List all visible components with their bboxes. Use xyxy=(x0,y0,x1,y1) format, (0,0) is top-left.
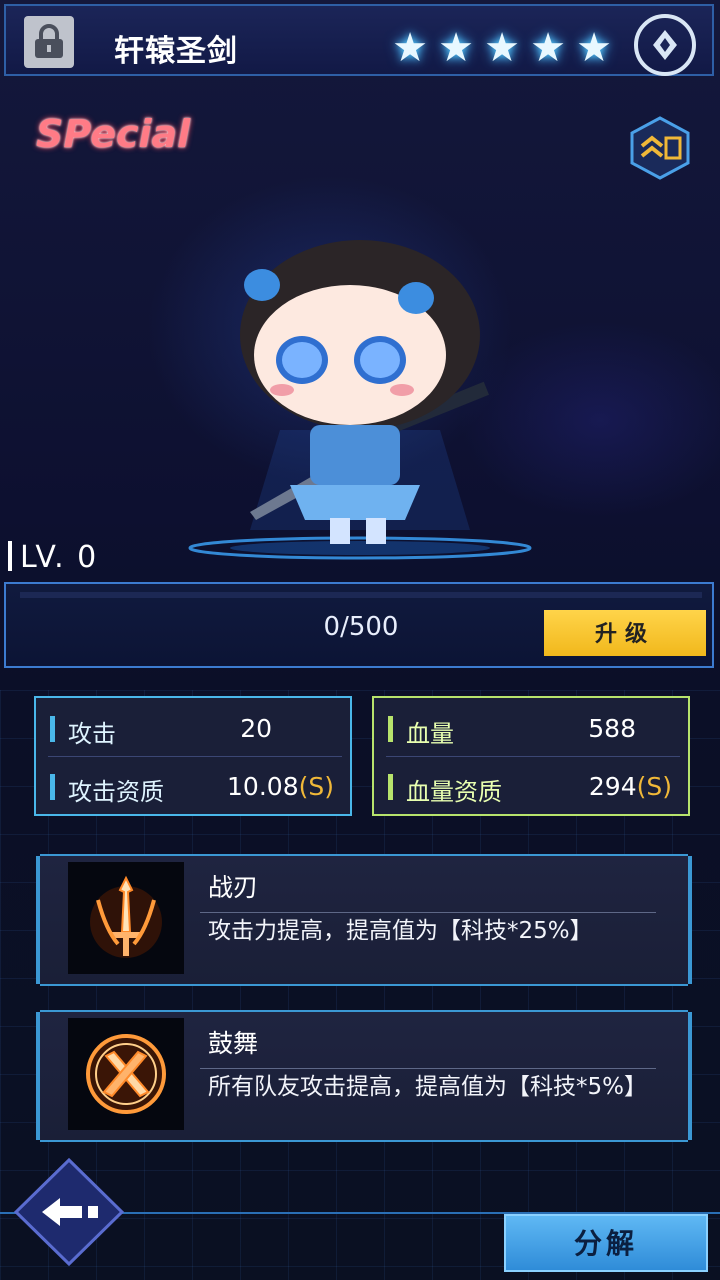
xp-progress-track xyxy=(20,592,702,598)
star-icon: ★ xyxy=(576,25,612,71)
divider xyxy=(48,756,342,757)
hp-label: 血量 xyxy=(406,720,454,748)
hp-value: 588 xyxy=(588,714,636,743)
xp-panel: 0/500 升级 xyxy=(4,582,714,668)
weapon-title: 轩辕圣剑 xyxy=(114,34,238,69)
hp-stats-panel: 血量 588 血量资质 294(S) xyxy=(372,696,690,816)
attack-quality-label: 攻击资质 xyxy=(68,778,164,806)
attack-marker xyxy=(50,716,55,742)
level-text: LV. 0 xyxy=(20,540,99,575)
skill-card[interactable]: 鼓舞 所有队友攻击提高，提高值为【科技*5%】 xyxy=(36,1010,692,1142)
attack-quality-grade: (S) xyxy=(298,772,334,801)
star-icon: ★ xyxy=(438,25,474,71)
hp-quality-value: 294(S) xyxy=(589,772,672,801)
header-bar: 轩辕圣剑 ★ ★ ★ ★ ★ xyxy=(4,4,714,76)
card-bottom-border xyxy=(40,1140,688,1142)
attack-label: 攻击 xyxy=(68,720,116,748)
star-rating: ★ ★ ★ ★ ★ xyxy=(388,26,616,70)
level-label: LV. 0 xyxy=(8,540,98,575)
skill-name: 鼓舞 xyxy=(208,1029,259,1058)
skill-description: 所有队友攻击提高，提高值为【科技*5%】 xyxy=(208,1074,647,1100)
skill-name: 战刃 xyxy=(208,873,259,902)
card-top-border xyxy=(40,854,688,856)
hp-quality-label: 血量资质 xyxy=(406,778,502,806)
rarity-badge: SPecial xyxy=(36,112,191,156)
skill-divider xyxy=(200,1068,656,1069)
back-arrow-icon[interactable] xyxy=(12,1156,126,1268)
hp-quality-number: 294 xyxy=(588,772,637,801)
divider xyxy=(386,756,680,757)
attack-value: 20 xyxy=(240,714,272,743)
attack-row: 攻击 20 xyxy=(48,704,342,752)
attack-quality-value: 10.08(S) xyxy=(227,772,334,801)
lock-icon[interactable] xyxy=(24,16,74,68)
card-top-border xyxy=(40,1010,688,1012)
attack-stats-panel: 攻击 20 攻击资质 10.08(S) xyxy=(34,696,352,816)
star-icon: ★ xyxy=(484,25,520,71)
hp-quality-marker xyxy=(388,774,393,800)
chevron-rank-icon[interactable] xyxy=(628,116,692,180)
hp-marker xyxy=(388,716,393,742)
upgrade-button[interactable]: 升级 xyxy=(544,610,706,656)
hp-quality-row: 血量资质 294(S) xyxy=(386,762,680,810)
star-icon: ★ xyxy=(392,25,428,71)
character-illustration xyxy=(180,230,540,560)
star-icon: ★ xyxy=(530,25,566,71)
skill-description: 攻击力提高，提高值为【科技*25%】 xyxy=(208,918,593,944)
attack-quality-marker xyxy=(50,774,55,800)
card-bottom-border xyxy=(40,984,688,986)
decompose-button[interactable]: 分解 xyxy=(504,1214,708,1272)
diamond-emblem-icon[interactable] xyxy=(634,14,696,76)
hp-quality-grade: (S) xyxy=(636,772,672,801)
skill-divider xyxy=(200,912,656,913)
crossed-swords-circle-icon xyxy=(68,1018,184,1130)
flaming-sword-icon xyxy=(68,862,184,974)
skill-card[interactable]: 战刃 攻击力提高，提高值为【科技*25%】 xyxy=(36,854,692,986)
attack-quality-number: 10.08 xyxy=(227,772,299,801)
hp-row: 血量 588 xyxy=(386,704,680,752)
attack-quality-row: 攻击资质 10.08(S) xyxy=(48,762,342,810)
